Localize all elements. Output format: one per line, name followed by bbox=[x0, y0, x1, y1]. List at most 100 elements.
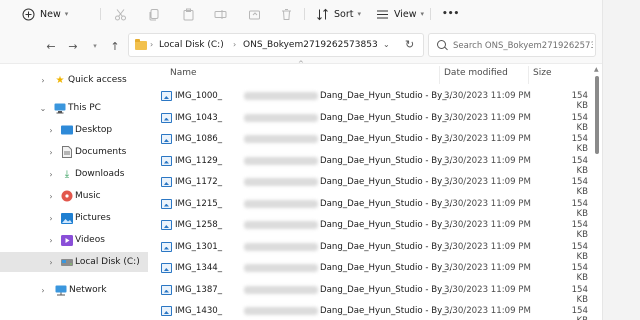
refresh-icon[interactable]: ↻ bbox=[405, 38, 414, 51]
image-file-icon bbox=[161, 155, 172, 166]
column-divider[interactable] bbox=[439, 66, 440, 84]
view-list-icon bbox=[377, 10, 388, 18]
redacted-filename-segment bbox=[244, 156, 318, 165]
drive-icon bbox=[61, 256, 73, 268]
scrollbar-thumb[interactable] bbox=[595, 76, 599, 154]
sidebar-item-videos[interactable]: › Videos bbox=[0, 230, 148, 250]
chevron-right-icon[interactable]: › bbox=[46, 126, 56, 135]
paste-button[interactable] bbox=[182, 5, 195, 23]
view-button[interactable]: View ▾ bbox=[376, 5, 424, 23]
forward-button[interactable]: → bbox=[66, 39, 80, 53]
redacted-filename-segment bbox=[244, 285, 318, 294]
search-input[interactable] bbox=[453, 38, 593, 54]
file-row[interactable]: IMG_1086_ Dang_Dae_Hyun_Studio - By_... 3/… bbox=[148, 129, 588, 154]
scissors-icon bbox=[115, 8, 126, 20]
chevron-down-icon[interactable]: ⌄ bbox=[38, 104, 48, 113]
share-button[interactable] bbox=[248, 5, 261, 23]
scroll-up-arrow-icon[interactable]: ▲ bbox=[594, 66, 599, 73]
sidebar-item-desktop[interactable]: › Desktop bbox=[0, 120, 148, 140]
file-row[interactable]: IMG_1430_ Dang_Dae_Hyun_Studio - By_... 3/… bbox=[148, 301, 588, 320]
sidebar-item-music[interactable]: › Music bbox=[0, 186, 148, 206]
chevron-right-icon[interactable]: › bbox=[46, 192, 56, 201]
share-icon bbox=[249, 10, 260, 19]
search-box[interactable] bbox=[428, 33, 596, 57]
image-file-icon bbox=[161, 134, 172, 144]
address-bar[interactable]: › Local Disk (C:) › ONS_Bokyem2719262573… bbox=[128, 33, 424, 57]
column-header-name[interactable]: Name bbox=[170, 68, 197, 78]
delete-button[interactable] bbox=[280, 5, 293, 23]
recent-locations-button[interactable]: ▾ bbox=[88, 39, 102, 53]
file-row[interactable]: IMG_1301_ Dang_Dae_Hyun_Studio - By_... 3/… bbox=[148, 237, 588, 262]
more-icon: ••• bbox=[442, 9, 460, 19]
cut-button[interactable] bbox=[114, 5, 127, 23]
sidebar-item-quick-access[interactable]: › ★ Quick access bbox=[0, 70, 148, 90]
videos-icon bbox=[61, 234, 73, 246]
breadcrumb-local-disk[interactable]: Local Disk (C:) bbox=[159, 40, 224, 50]
image-file-icon bbox=[161, 306, 172, 316]
file-row[interactable]: IMG_1258_ Dang_Dae_Hyun_Studio - By_... 3/… bbox=[148, 215, 588, 240]
redacted-filename-segment bbox=[244, 92, 318, 100]
file-row[interactable]: IMG_1000_ Dang_Dae_Hyun_Studio - By_... 3/… bbox=[148, 86, 588, 111]
file-row[interactable]: IMG_1215_ Dang_Dae_Hyun_Studio - By_... 3/… bbox=[148, 194, 588, 219]
address-dropdown-icon[interactable]: ⌄ bbox=[383, 40, 390, 49]
image-file-icon bbox=[161, 263, 172, 273]
file-row[interactable]: IMG_1387_ Dang_Dae_Hyun_Studio - By_... 3/… bbox=[148, 280, 588, 305]
back-button[interactable]: ← bbox=[44, 39, 58, 53]
chevron-right-icon[interactable]: › bbox=[38, 286, 48, 295]
sidebar-item-documents[interactable]: › Documents bbox=[0, 142, 148, 162]
file-date-modified: 3/30/2023 11:09 PM bbox=[444, 198, 531, 209]
sidebar-item-label: Downloads bbox=[75, 169, 125, 179]
chevron-down-icon: ▾ bbox=[420, 10, 425, 18]
sidebar-item-local-disk[interactable]: › Local Disk (C:) bbox=[0, 252, 148, 272]
chevron-right-icon[interactable]: › bbox=[38, 76, 48, 85]
chevron-right-icon[interactable]: › bbox=[46, 148, 56, 157]
sidebar-item-pictures[interactable]: › Pictures bbox=[0, 208, 148, 228]
up-button[interactable]: ↑ bbox=[108, 39, 122, 53]
file-row[interactable]: IMG_1129_ Dang_Dae_Hyun_Studio - By_... 3/… bbox=[148, 151, 588, 176]
documents-icon bbox=[61, 146, 73, 158]
chevron-right-icon[interactable]: › bbox=[46, 214, 56, 223]
new-label: New bbox=[40, 8, 61, 20]
sidebar-item-label: This PC bbox=[68, 103, 101, 113]
toolbar-divider bbox=[304, 8, 305, 20]
chevron-down-icon: ▾ bbox=[93, 42, 97, 50]
sidebar-item-network[interactable]: › Network bbox=[0, 280, 148, 300]
column-divider[interactable] bbox=[528, 66, 529, 84]
file-name-suffix: Dang_Dae_Hyun_Studio - By_... bbox=[320, 91, 455, 101]
chevron-down-icon: ▾ bbox=[64, 10, 69, 18]
file-date-modified: 3/30/2023 11:09 PM bbox=[444, 306, 531, 316]
more-options-button[interactable]: ••• bbox=[442, 5, 459, 23]
sidebar-item-downloads[interactable]: › ⤓ Downloads bbox=[0, 164, 148, 184]
pictures-icon bbox=[61, 212, 73, 224]
file-name-suffix: Dang_Dae_Hyun_Studio - By_... bbox=[320, 112, 455, 123]
sidebar-item-label: Local Disk (C:) bbox=[75, 257, 140, 267]
file-row[interactable]: IMG_1172_ Dang_Dae_Hyun_Studio - By_... 3/… bbox=[148, 172, 588, 197]
arrow-left-icon: ← bbox=[46, 39, 56, 53]
command-bar: New ▾ Sort ▾ View ▾ ••• bbox=[0, 0, 640, 28]
chevron-right-icon[interactable]: › bbox=[46, 170, 56, 179]
file-row[interactable]: IMG_1344_ Dang_Dae_Hyun_Studio - By_... 3/… bbox=[148, 258, 588, 283]
computer-icon bbox=[54, 102, 66, 114]
sort-button[interactable]: Sort ▾ bbox=[316, 5, 361, 23]
chevron-right-icon[interactable]: › bbox=[46, 236, 56, 245]
file-name-suffix: Dang_Dae_Hyun_Studio - By_... bbox=[320, 177, 455, 187]
trash-icon bbox=[282, 8, 291, 20]
image-file-icon bbox=[161, 284, 172, 295]
address-row: ← → ▾ ↑ › Local Disk (C:) › ONS_Bokyem27… bbox=[0, 28, 640, 64]
column-header-date-modified[interactable]: Date modified bbox=[444, 68, 508, 78]
chevron-right-icon[interactable]: › bbox=[46, 258, 56, 267]
new-button[interactable]: New ▾ bbox=[22, 5, 68, 23]
image-file-icon bbox=[161, 177, 172, 187]
copy-button[interactable] bbox=[148, 5, 161, 23]
vertical-scrollbar[interactable]: ▲ bbox=[592, 64, 602, 320]
breadcrumb-current-folder[interactable]: ONS_Bokyem2719262573853 bbox=[243, 40, 378, 50]
column-header-size[interactable]: Size bbox=[533, 68, 551, 78]
sort-indicator-icon: ^ bbox=[298, 60, 304, 68]
redacted-filename-segment bbox=[244, 135, 318, 143]
view-label: View bbox=[394, 8, 417, 20]
file-name: IMG_1344_ bbox=[175, 263, 223, 273]
file-row[interactable]: IMG_1043_ Dang_Dae_Hyun_Studio - By_... 3/… bbox=[148, 108, 588, 133]
rename-button[interactable] bbox=[214, 5, 227, 23]
sidebar-item-this-pc[interactable]: ⌄ This PC bbox=[0, 98, 148, 118]
file-name-suffix: Dang_Dae_Hyun_Studio - By_... bbox=[320, 241, 455, 252]
